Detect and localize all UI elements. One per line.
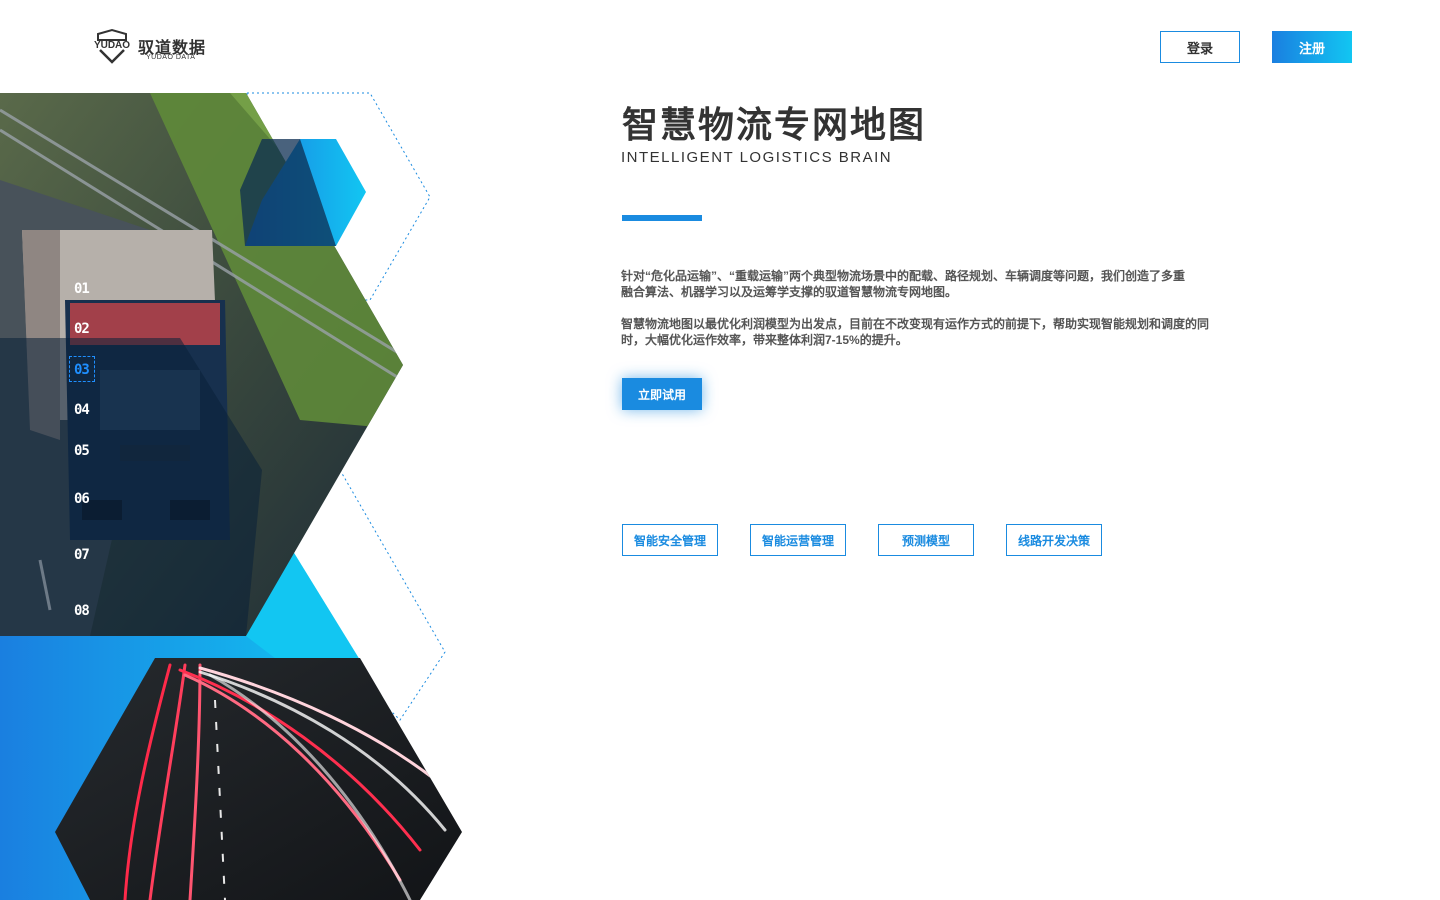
nav-item-02[interactable]: 02 [74,321,90,337]
description-paragraph-2: 智慧物流地图以最优化利润模型为出发点，目前在不改变现有运作方式的前提下，帮助实现… [621,316,1221,348]
tag-route-decision[interactable]: 线路开发决策 [1006,524,1102,556]
nav-item-06[interactable]: 06 [74,491,90,507]
nav-item-03[interactable]: 03 [74,362,90,378]
nav-item-05[interactable]: 05 [74,443,90,459]
tag-prediction-model[interactable]: 预测模型 [878,524,974,556]
nav-item-08[interactable]: 08 [74,603,90,619]
nav-item-01[interactable]: 01 [74,281,90,297]
nav-item-04[interactable]: 04 [74,402,90,418]
register-button[interactable]: 注册 [1272,31,1352,63]
description-2-line-1: 智慧物流地图以最优化利润模型为出发点，目前在不改变现有运作方式的前提下，帮助实现… [621,317,1210,331]
tag-smart-safety[interactable]: 智能安全管理 [622,524,718,556]
description-1-line-1: 针对“危化品运输”、“重载运输”两个典型物流场景中的配载、路径规划、车辆调度等问… [621,269,1186,283]
page-subtitle: INTELLIGENT LOGISTICS BRAIN [621,149,893,166]
description-paragraph-1: 针对“危化品运输”、“重载运输”两个典型物流场景中的配载、路径规划、车辆调度等问… [621,268,1221,300]
login-button[interactable]: 登录 [1160,31,1240,63]
tag-smart-operations[interactable]: 智能运营管理 [750,524,846,556]
try-now-button[interactable]: 立即试用 [622,378,702,410]
description-1-line-2: 融合算法、机器学习以及运筹学支撑的驭道智慧物流专网地图。 [621,285,958,299]
hero-artwork [0,92,462,900]
nav-item-07[interactable]: 07 [74,547,90,563]
description-2-line-2: 时，大幅优化运作效率，带来整体利润7-15%的提升。 [621,333,908,347]
page-title: 智慧物流专网地图 [622,104,927,145]
title-accent-bar [622,215,702,221]
